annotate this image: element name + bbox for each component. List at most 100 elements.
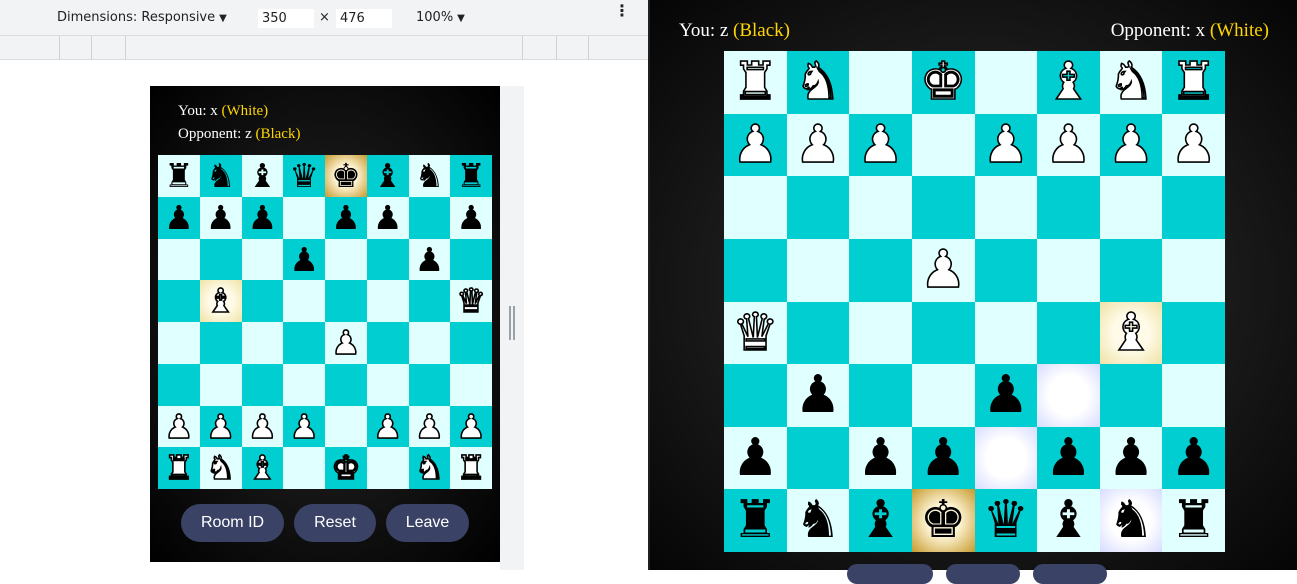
board-square[interactable] [158, 280, 200, 322]
board-square[interactable]: ♝ [199, 280, 242, 322]
board-square[interactable]: ♟ [724, 426, 787, 490]
board-square[interactable]: ♞ [1099, 489, 1163, 552]
board-square[interactable] [911, 176, 975, 239]
board-square[interactable]: ♜ [158, 155, 200, 197]
board-square[interactable] [849, 364, 912, 427]
black-knight-icon[interactable]: ♞ [415, 156, 445, 195]
board-square[interactable]: ♟ [241, 405, 284, 448]
room-id-button[interactable]: Room ID [181, 504, 284, 542]
chess-board-mobile[interactable]: ♜ ♞ ♝ ♛ ♚ ♝ ♞ ♜ ♟ ♟ ♟ ♟ ♟ ♟ ♟ ♟ ♝ ♛ ♟ ♟ ♟ ♟ ♟ ♟ ♟ ♟ ♜ ♞ ♝ ♚ ♞ ♜ [158, 155, 492, 489]
board-square[interactable]: ♛ [450, 280, 492, 322]
board-square[interactable]: ♝ [1037, 489, 1100, 552]
black-pawn-icon[interactable]: ♟ [1045, 428, 1092, 488]
board-square[interactable] [450, 363, 492, 406]
board-square[interactable]: ♟ [366, 196, 409, 239]
board-square[interactable] [283, 280, 325, 322]
white-pawn-icon[interactable]: ♟ [731, 114, 779, 176]
board-square[interactable]: ♟ [911, 426, 975, 490]
board-square[interactable]: ♟ [1037, 426, 1100, 490]
board-square[interactable] [408, 322, 451, 364]
board-square[interactable]: ♟ [974, 113, 1038, 177]
board-square[interactable]: ♜ [450, 155, 492, 197]
white-pawn-icon[interactable]: ♟ [856, 114, 904, 176]
board-square[interactable]: ♟ [325, 196, 367, 239]
board-square[interactable] [199, 363, 242, 406]
board-square[interactable] [786, 238, 850, 302]
board-square[interactable]: ♟ [849, 113, 912, 177]
board-square[interactable] [241, 322, 284, 364]
board-square[interactable]: ♜ [724, 51, 787, 114]
board-square[interactable] [724, 364, 787, 427]
board-square[interactable] [408, 280, 451, 322]
board-square[interactable] [974, 426, 1038, 490]
board-square[interactable] [1099, 238, 1163, 302]
black-pawn-icon[interactable]: ♟ [289, 240, 319, 279]
white-bishop-icon[interactable]: ♝ [1107, 302, 1155, 364]
board-square[interactable]: ♜ [1162, 489, 1225, 552]
board-square[interactable] [366, 447, 409, 489]
board-square[interactable]: ♟ [911, 238, 975, 302]
black-knight-icon[interactable]: ♞ [1108, 490, 1155, 550]
white-rook-icon[interactable]: ♜ [731, 51, 779, 113]
white-pawn-icon[interactable]: ♟ [372, 406, 403, 447]
board-square[interactable] [158, 322, 200, 364]
white-pawn-icon[interactable]: ♟ [982, 114, 1030, 176]
board-square[interactable] [786, 301, 850, 365]
board-square[interactable] [325, 363, 367, 406]
black-king-icon[interactable]: ♚ [920, 490, 967, 550]
board-square[interactable]: ♞ [786, 51, 850, 114]
board-square[interactable] [408, 196, 451, 239]
black-rook-icon[interactable]: ♜ [456, 156, 486, 195]
black-knight-icon[interactable]: ♞ [206, 156, 236, 195]
board-square[interactable]: ♟ [366, 405, 409, 448]
width-input[interactable] [258, 9, 314, 28]
board-square[interactable]: ♟ [283, 238, 325, 281]
board-square[interactable]: ♝ [849, 489, 912, 552]
board-square[interactable]: ♟ [450, 405, 492, 448]
white-knight-icon[interactable]: ♞ [1107, 51, 1155, 113]
height-input[interactable] [336, 9, 392, 28]
white-bishop-icon[interactable]: ♝ [247, 447, 278, 488]
board-square[interactable] [974, 176, 1038, 239]
board-square[interactable]: ♟ [408, 238, 451, 281]
white-bishop-icon[interactable]: ♝ [1044, 51, 1092, 113]
board-square[interactable]: ♟ [283, 405, 325, 448]
board-square[interactable] [199, 322, 242, 364]
board-square[interactable] [199, 238, 242, 281]
white-rook-icon[interactable]: ♜ [1170, 51, 1218, 113]
media-query-ruler[interactable] [0, 36, 648, 60]
black-queen-icon[interactable]: ♛ [983, 490, 1030, 550]
board-square[interactable]: ♟ [1099, 426, 1163, 490]
board-square[interactable] [1037, 301, 1100, 365]
board-square[interactable]: ♟ [1037, 113, 1100, 177]
board-square[interactable]: ♝ [1037, 51, 1100, 114]
reset-button[interactable]: Reset [294, 504, 376, 542]
white-knight-icon[interactable]: ♞ [205, 447, 236, 488]
white-pawn-icon[interactable]: ♟ [163, 406, 194, 447]
black-rook-icon[interactable]: ♜ [732, 490, 779, 550]
chess-board[interactable]: ♜ ♞ ♚ ♝ ♞ ♜ ♟ ♟ ♟ ♟ ♟ ♟ ♟ ♟ ♛ ♝ ♟ ♟ ♟ ♟ ♟ ♟ ♟ ♟ ♜ ♞ ♝ ♚ ♛ ♝ ♞ ♜ [724, 51, 1225, 552]
black-pawn-icon[interactable]: ♟ [331, 198, 361, 237]
board-square[interactable] [786, 176, 850, 239]
black-rook-icon[interactable]: ♜ [1170, 490, 1217, 550]
board-square[interactable]: ♞ [408, 447, 451, 489]
board-square[interactable]: ♟ [724, 113, 787, 177]
black-pawn-icon[interactable]: ♟ [415, 240, 445, 279]
board-square[interactable] [158, 363, 200, 406]
white-pawn-icon[interactable]: ♟ [414, 406, 445, 447]
white-knight-icon[interactable]: ♞ [794, 51, 842, 113]
leave-button[interactable] [1033, 564, 1107, 584]
board-square[interactable]: ♟ [199, 405, 242, 448]
board-square[interactable]: ♛ [283, 155, 325, 197]
board-square[interactable]: ♚ [325, 155, 367, 197]
white-pawn-icon[interactable]: ♟ [205, 406, 236, 447]
black-bishop-icon[interactable]: ♝ [857, 490, 904, 550]
board-square[interactable]: ♞ [199, 155, 242, 197]
board-square[interactable]: ♜ [1162, 51, 1225, 114]
black-pawn-icon[interactable]: ♟ [1108, 428, 1155, 488]
white-king-icon[interactable]: ♚ [919, 51, 967, 113]
black-pawn-icon[interactable]: ♟ [983, 365, 1030, 425]
board-square[interactable]: ♜ [724, 489, 787, 552]
board-square[interactable] [283, 447, 325, 489]
white-queen-icon[interactable]: ♛ [731, 302, 779, 364]
